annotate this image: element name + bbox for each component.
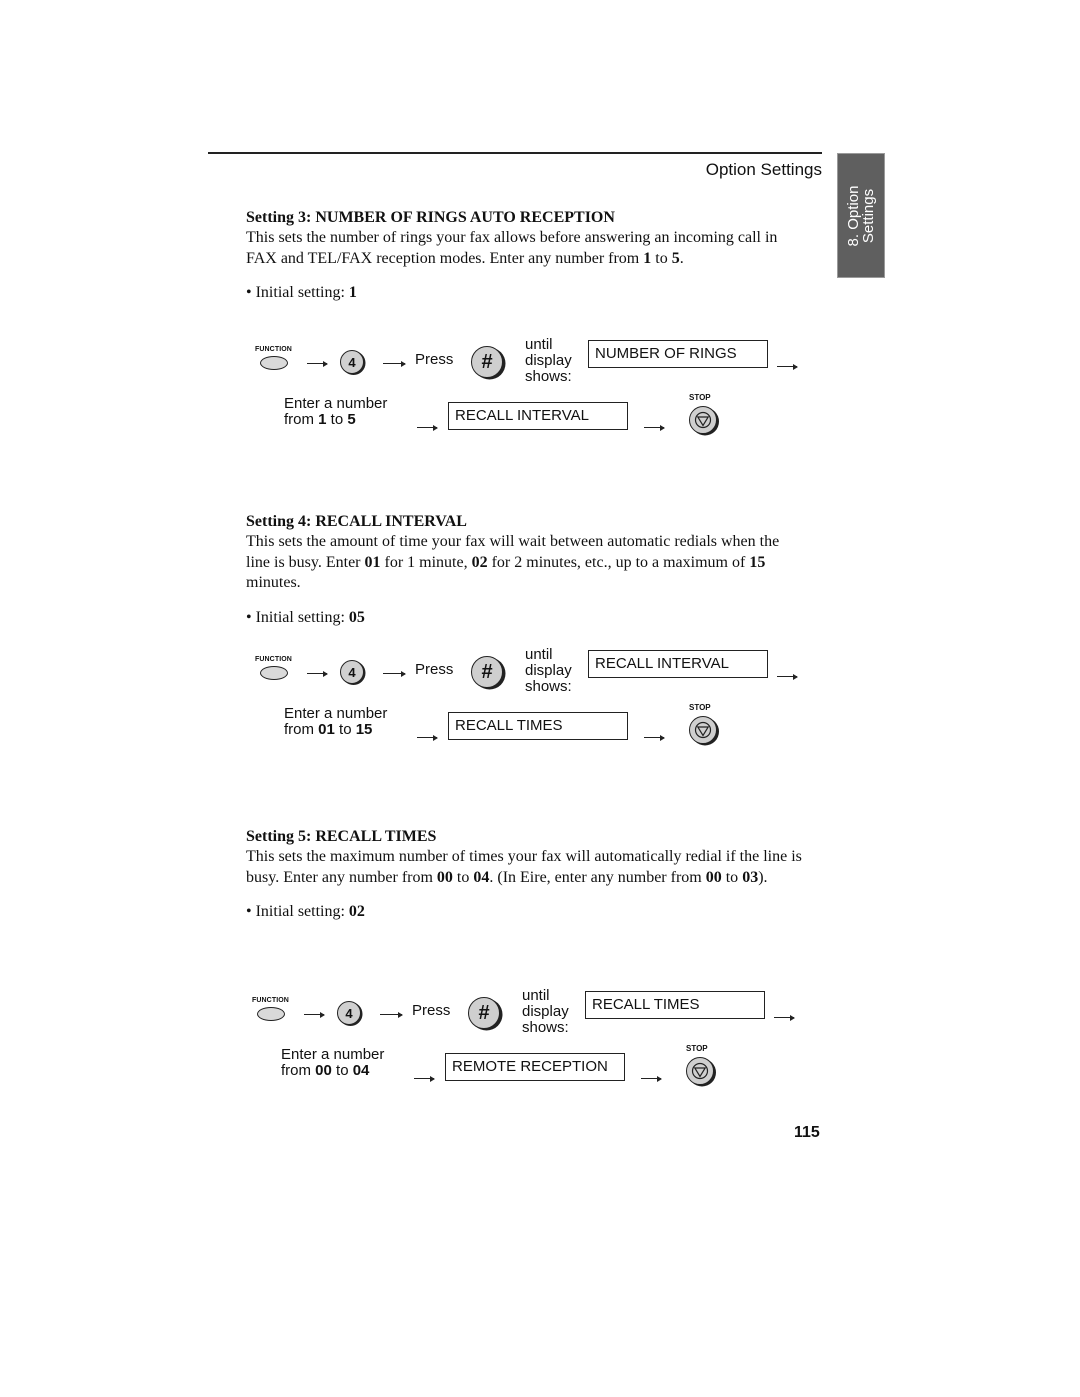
setting-4-section: Setting 4: RECALL INTERVAL This sets the… <box>246 512 806 628</box>
page-number: 115 <box>794 1124 820 1141</box>
stop-key-label: STOP <box>689 703 711 712</box>
function-key-label: FUNCTION <box>252 997 289 1004</box>
function-key-label: FUNCTION <box>255 656 292 663</box>
number-key-icon: 4 <box>340 660 364 684</box>
chapter-tab: 8. Option Settings <box>837 153 885 278</box>
lcd-display-text: RECALL INTERVAL <box>588 650 768 678</box>
setting-4-procedure: FUNCTION 4 Press # until display shows: RE… <box>250 647 810 776</box>
setting-3-procedure: FUNCTION 4 Press # until display shows: NU… <box>250 337 810 466</box>
press-label: Press <box>412 1002 451 1019</box>
arrow-icon <box>777 363 798 370</box>
number-key-icon: 4 <box>337 1001 361 1025</box>
hash-key-icon: # <box>471 346 503 378</box>
arrow-icon <box>774 1014 795 1021</box>
enter-number-instruction: Enter a number from 00 to 04 <box>281 1046 385 1079</box>
function-key-icon <box>260 666 288 680</box>
arrow-icon <box>307 670 328 677</box>
initial-setting: • Initial setting: 05 <box>246 608 365 626</box>
arrow-icon <box>380 1011 403 1018</box>
stop-key-label: STOP <box>686 1044 708 1053</box>
section-heading: Setting 4: RECALL INTERVAL <box>246 513 467 530</box>
number-key-icon: 4 <box>340 350 364 374</box>
stop-key-icon <box>689 716 717 744</box>
hash-key-icon: # <box>471 656 503 688</box>
chapter-tab-label: 8. Option Settings <box>845 185 877 246</box>
arrow-icon <box>383 360 406 367</box>
lcd-display-result: REMOTE RECEPTION <box>445 1053 625 1081</box>
running-header: Option Settings <box>705 160 822 179</box>
initial-setting: • Initial setting: 02 <box>246 903 365 920</box>
setting-3-section: Setting 3: NUMBER OF RINGS AUTO RECEPTIO… <box>246 208 806 304</box>
header-rule <box>208 152 822 154</box>
arrow-icon <box>417 734 438 741</box>
until-display-shows-label: until display shows: <box>525 646 572 695</box>
arrow-icon <box>307 360 328 367</box>
section-heading: Setting 3: NUMBER OF RINGS AUTO RECEPTIO… <box>246 209 615 226</box>
function-key-icon <box>260 356 288 370</box>
arrow-icon <box>644 734 665 741</box>
section-body: This sets the number of rings your fax a… <box>246 229 778 267</box>
section-heading: Setting 5: RECALL TIMES <box>246 828 437 845</box>
arrow-icon <box>383 670 406 677</box>
arrow-icon <box>641 1075 662 1082</box>
arrow-icon <box>417 424 438 431</box>
arrow-icon <box>644 424 665 431</box>
until-display-shows-label: until display shows: <box>522 987 569 1036</box>
stop-key-icon <box>686 1057 714 1085</box>
stop-key-icon <box>689 406 717 434</box>
lcd-display-text: RECALL TIMES <box>585 991 765 1019</box>
press-label: Press <box>415 351 454 368</box>
lcd-display-result: RECALL TIMES <box>448 712 628 740</box>
initial-setting: • Initial setting: 1 <box>246 284 357 301</box>
hash-key-icon: # <box>468 997 500 1029</box>
lcd-display-result: RECALL INTERVAL <box>448 402 628 430</box>
section-body: This sets the maximum number of times yo… <box>246 848 802 886</box>
function-key-icon <box>257 1007 285 1021</box>
function-key-label: FUNCTION <box>255 346 292 353</box>
section-body: This sets the amount of time your fax wi… <box>246 533 780 591</box>
setting-5-procedure: FUNCTION 4 Press # until display shows: RE… <box>247 988 807 1117</box>
arrow-icon <box>414 1075 435 1082</box>
press-label: Press <box>415 661 454 678</box>
enter-number-instruction: Enter a number from 1 to 5 <box>284 395 388 428</box>
enter-number-instruction: Enter a number from 01 to 15 <box>284 705 388 738</box>
arrow-icon <box>304 1011 325 1018</box>
stop-key-label: STOP <box>689 393 711 402</box>
lcd-display-text: NUMBER OF RINGS <box>588 340 768 368</box>
arrow-icon <box>777 673 798 680</box>
setting-5-section: Setting 5: RECALL TIMES This sets the ma… <box>246 827 806 923</box>
until-display-shows-label: until display shows: <box>525 336 572 385</box>
